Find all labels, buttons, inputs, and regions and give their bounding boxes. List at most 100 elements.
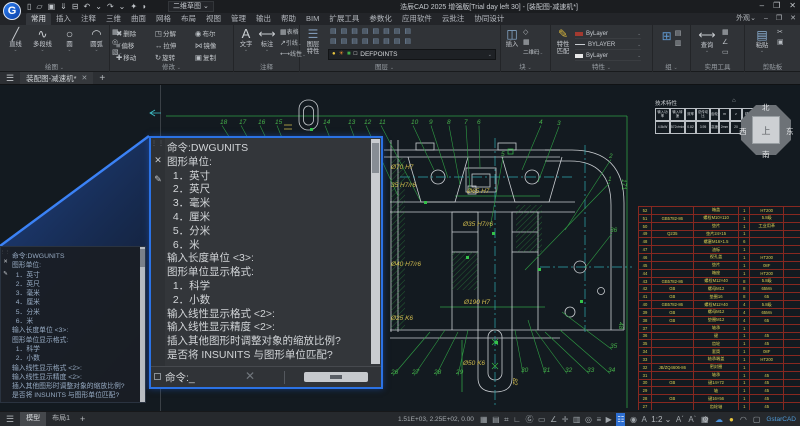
command-options-icon[interactable]	[154, 373, 161, 380]
panel-label-properties[interactable]: 特性 ⌄	[551, 61, 652, 71]
menu-tab-三维[interactable]: 三维	[101, 13, 126, 25]
model-tab[interactable]: 模型	[20, 412, 46, 426]
command-prompt[interactable]: 命令:_	[165, 370, 195, 385]
object-snap-icon[interactable]: ✛	[562, 413, 569, 426]
settings-gear-icon[interactable]: ⚙	[702, 415, 709, 424]
pencil-icon[interactable]: ✎	[3, 271, 8, 277]
appearance-dropdown[interactable]: 外观⌄	[736, 13, 756, 25]
command-line-palette[interactable]: ⋮⋮ ✕ ✎ 命令:DWGUNITS图形单位: 1．英寸 2．英尺 3．毫米 4…	[149, 136, 383, 389]
layer-tool-icon-1-7[interactable]: ▤	[404, 37, 411, 47]
drawing-menu-icon[interactable]: ☰	[6, 73, 14, 84]
layer-tool-icon-1-1[interactable]: ▤	[341, 37, 348, 47]
annotation-sync-icon[interactable]: Aˋ	[688, 413, 696, 426]
drawing-tab-close-icon[interactable]: ✕	[82, 74, 88, 82]
panel-label-draw[interactable]: 绘图 ⌄	[0, 61, 109, 71]
autoscale-icon[interactable]: Aˊ	[676, 413, 684, 426]
layer-tool-icon-0-2[interactable]: ▤	[351, 27, 358, 37]
create-block-button[interactable]: ◇	[523, 28, 543, 37]
copy-clip-button[interactable]: ▣	[777, 38, 784, 47]
layer-tool-icon-0-7[interactable]: ▤	[404, 27, 411, 37]
layer-properties-button[interactable]: ☰ 图层特性	[300, 27, 326, 60]
menu-tab-参数化[interactable]: 参数化	[364, 13, 397, 25]
menu-tab-BIM[interactable]: BIM	[301, 13, 324, 25]
new-drawing-tab-button[interactable]: +	[99, 73, 105, 84]
arc-button[interactable]: ◠圆弧⌄	[84, 27, 109, 57]
panel-label-clipboard[interactable]: 剪贴板	[745, 61, 800, 71]
close-button[interactable]: ✕	[789, 1, 796, 10]
menu-tab-云批注[interactable]: 云批注	[437, 13, 470, 25]
menu-tab-网格[interactable]: 网格	[151, 13, 176, 25]
area-measure-button[interactable]: ▭	[722, 48, 729, 57]
undo-icon[interactable]: ↶	[84, 0, 91, 13]
group-icon[interactable]: ⊞	[662, 29, 672, 48]
command-history-small[interactable]: ⋮⋮ ✕ ✎ 命令:DWGUNITS图形单位: 1．英寸 2．英尺 3．毫米 4…	[0, 246, 146, 403]
menu-tab-曲面[interactable]: 曲面	[126, 13, 151, 25]
layer-tool-icon-0-6[interactable]: ▤	[394, 27, 401, 37]
print-icon[interactable]: ⊟	[72, 0, 79, 13]
snap-icon[interactable]: ▤	[492, 413, 500, 426]
modify-布尔-button[interactable]: ◉布尔	[195, 28, 229, 40]
panel-label-layers[interactable]: 图层 ⌄	[300, 61, 500, 71]
layer-tool-icon-1-5[interactable]: ▤	[383, 37, 390, 47]
layer-tool-icon-1-0[interactable]: ▤	[330, 37, 337, 47]
cloud-icon[interactable]: ☁	[715, 415, 723, 424]
layer-tool-icon-0-0[interactable]: ▤	[330, 27, 337, 37]
menu-tab-输出[interactable]: 输出	[251, 13, 276, 25]
layer-tool-icon-0-3[interactable]: ▤	[362, 27, 369, 37]
grid-icon[interactable]: ▦	[480, 413, 488, 426]
insert-block-button[interactable]: ◫插入	[501, 27, 523, 58]
ungroup-button[interactable]: ▤	[675, 29, 682, 38]
model-space-canvas[interactable]: 1817161514131211109876543213635343332313…	[0, 85, 800, 411]
layer-freeze-icon[interactable]: ☀	[339, 50, 344, 59]
snap-mode-icon[interactable]: ⌗	[504, 413, 509, 426]
annotation-scale-icon[interactable]: A	[641, 413, 646, 426]
transparency-icon[interactable]: ◎	[585, 413, 592, 426]
polyline-button[interactable]: ∿多段线⌄	[30, 27, 55, 57]
layer-tool-icon-0-5[interactable]: ▤	[383, 27, 390, 37]
message-icon[interactable]: ◗	[142, 0, 147, 13]
close-icon[interactable]: ✕	[3, 259, 8, 265]
new-file-icon[interactable]: ▯	[27, 0, 31, 13]
save-all-icon[interactable]: ⇓	[60, 0, 67, 13]
share-icon[interactable]: ✦	[130, 0, 137, 13]
angle-measure-button[interactable]: ∠	[722, 38, 729, 47]
doc-minimize-button[interactable]: –	[764, 13, 768, 25]
modify-镜像-button[interactable]: ⋈镜像	[195, 40, 229, 52]
layer-tool-icon-0-1[interactable]: ▤	[341, 27, 348, 37]
selection-cycling-icon[interactable]: ≡	[596, 413, 601, 426]
line-button[interactable]: ╱直线⌄	[3, 27, 28, 57]
viewcube[interactable]: 上 北 东 南 西 ⌂	[738, 102, 794, 158]
monitor-icon[interactable]: ▢	[753, 415, 761, 424]
viewcube-west-label[interactable]: 西	[739, 126, 747, 137]
redo-icon[interactable]: ↷	[107, 0, 114, 13]
layer-tool-icon-1-2[interactable]: ▤	[351, 37, 358, 47]
calculator-button[interactable]: ▦	[722, 28, 729, 37]
panel-label-block[interactable]: 块 ⌄	[501, 61, 550, 71]
color-dropdown[interactable]: ByLayer⌄	[575, 29, 641, 39]
menu-tab-插入[interactable]: 插入	[51, 13, 76, 25]
menu-tab-协同设计[interactable]: 协同设计	[469, 13, 509, 25]
quick-view-icon[interactable]: ▶	[606, 413, 612, 426]
modify-删除-button[interactable]: ✖删除	[116, 28, 149, 40]
layout1-tab[interactable]: 布局1	[46, 412, 76, 426]
circle-button[interactable]: ○圆⌄	[57, 27, 82, 57]
layout-menu-icon[interactable]: ☰	[6, 414, 14, 425]
modify-拉伸-button[interactable]: ↔拉伸	[155, 40, 189, 52]
qrcode-button[interactable]: ▦	[523, 38, 543, 47]
menu-tab-管理[interactable]: 管理	[226, 13, 251, 25]
menu-tab-帮助[interactable]: 帮助	[276, 13, 301, 25]
minimize-button[interactable]: –	[760, 1, 764, 10]
viewcube-east-label[interactable]: 东	[786, 126, 794, 137]
panel-label-annotate[interactable]: 注释	[234, 61, 299, 71]
small-scrollbar[interactable]	[140, 247, 145, 402]
layer-tool-icon-1-3[interactable]: ▤	[362, 37, 369, 47]
pencil-icon[interactable]: ✎	[154, 175, 162, 184]
layer-tool-icon-1-6[interactable]: ▤	[394, 37, 401, 47]
viewcube-home-icon[interactable]: ⌂	[732, 98, 736, 104]
drag-grip-icon[interactable]: ⋮⋮	[1, 250, 11, 253]
layer-tool-icon-1-4[interactable]: ▤	[373, 37, 380, 47]
menu-tab-注释[interactable]: 注释	[76, 13, 101, 25]
doc-restore-button[interactable]: ❐	[776, 13, 782, 25]
modify-偏移-button[interactable]: ≡偏移	[116, 40, 149, 52]
layer-lock-icon[interactable]: ■	[347, 50, 351, 59]
